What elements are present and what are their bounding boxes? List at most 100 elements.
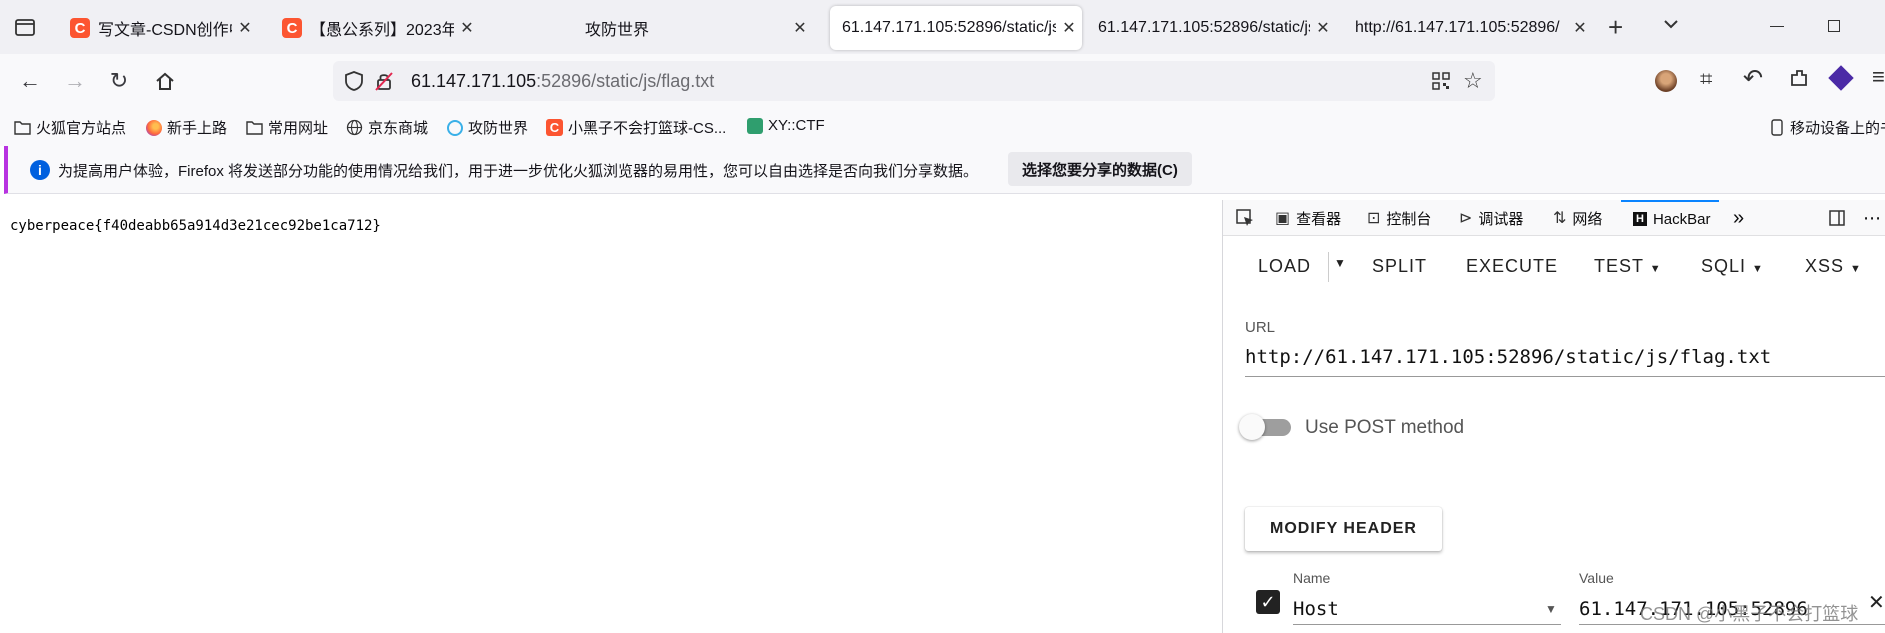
mobile-device-icon — [1768, 119, 1785, 136]
tab-label: 调试器 — [1478, 210, 1524, 228]
close-icon[interactable]: ✕ — [232, 18, 258, 38]
bookmark-jd[interactable]: 京东商城 — [346, 117, 428, 138]
close-icon[interactable]: ✕ — [787, 18, 813, 38]
url-text[interactable]: 61.147.171.105:52896/static/js/flag.txt — [411, 71, 714, 92]
header-enabled-checkbox[interactable]: ✓ — [1256, 590, 1280, 614]
page-content: cyberpeace{f40deabb65a914d3e21cec92be1ca… — [0, 200, 1222, 633]
bookmark-getting-started[interactable]: 新手上路 — [145, 117, 227, 138]
tab-root[interactable]: http://61.147.171.105:52896/ ✕ — [1343, 6, 1593, 50]
bookmark-adworld[interactable]: 攻防世界 — [446, 117, 528, 138]
restore-icon[interactable] — [1828, 20, 1840, 32]
extensions-icon[interactable] — [1788, 67, 1810, 94]
shield-icon[interactable] — [343, 70, 365, 97]
tab-label: 攻防世界 — [585, 22, 650, 39]
xss-menu-button[interactable]: XSS ▼ — [1805, 256, 1862, 277]
caret-down-icon: ▼ — [1752, 263, 1764, 275]
tab-network[interactable]: ⇅ 网络 — [1553, 200, 1602, 236]
bookmark-xyctf[interactable]: XY::CTF — [746, 117, 825, 134]
close-icon[interactable]: ✕ — [454, 18, 480, 38]
new-tab-icon[interactable]: + — [1608, 12, 1623, 43]
close-icon[interactable]: ✕ — [1567, 18, 1593, 38]
home-icon[interactable] — [150, 66, 180, 96]
tab-label: 网络 — [1572, 210, 1603, 228]
more-options-icon[interactable]: ⋯ — [1863, 200, 1881, 236]
tab-strip: C 写文章-CSDN创作中心 ✕ C 【愚公系列】2023年06月 攻 ✕ 攻防… — [0, 0, 1885, 54]
hackbar-icon: H — [1633, 212, 1647, 226]
post-toggle-knob[interactable] — [1239, 414, 1265, 440]
debugger-icon: ⊳ — [1459, 210, 1473, 227]
modify-header-button[interactable]: MODIFY HEADER — [1245, 507, 1442, 551]
tab-yugong[interactable]: C 【愚公系列】2023年06月 攻 ✕ — [270, 6, 480, 50]
back-arrow-icon[interactable]: ← — [15, 66, 45, 96]
element-picker-icon[interactable] — [1235, 200, 1255, 236]
tab-console[interactable]: ⊡ 控制台 — [1367, 200, 1431, 236]
insecure-lock-icon[interactable] — [373, 70, 395, 97]
bookmark-label: XY::CTF — [768, 117, 825, 134]
tab-label: 【愚公系列】2023年06月 攻 — [310, 22, 454, 39]
caret-down-icon[interactable]: ▼ — [1545, 602, 1557, 616]
tab-flag-txt[interactable]: 61.147.171.105:52896/static/js/flag.txt … — [830, 6, 1082, 50]
tab-label: HackBar — [1652, 210, 1711, 228]
header-name-label: Name — [1293, 570, 1331, 586]
url-bar[interactable]: 61.147.171.105:52896/static/js/flag.txt … — [333, 61, 1495, 101]
forward-arrow-icon[interactable]: → — [60, 66, 90, 96]
choose-data-button[interactable]: 选择您要分享的数据(C) — [1008, 152, 1192, 186]
caret-down-icon: ▼ — [1649, 263, 1662, 275]
bookmark-csdn-blog[interactable]: C 小黑子不会打篮球-CS... — [546, 117, 726, 138]
minimize-icon[interactable] — [1770, 26, 1784, 27]
bookmark-star-icon[interactable]: ☆ — [1463, 68, 1483, 94]
load-button[interactable]: LOAD — [1258, 256, 1311, 277]
firefox-icon — [145, 119, 162, 136]
url-input-underline — [1245, 376, 1885, 377]
close-icon[interactable]: ✕ — [1310, 18, 1336, 38]
tab-label: 写文章-CSDN创作中心 — [98, 22, 232, 39]
header-name-select[interactable]: Host — [1293, 598, 1339, 620]
bookmark-mobile[interactable]: 移动设备上的书签 — [1768, 117, 1885, 138]
bookmark-common-sites[interactable]: 常用网址 — [246, 117, 328, 138]
bookmark-label: 火狐官方站点 — [36, 120, 127, 137]
xss-label: XSS — [1805, 256, 1845, 276]
tab-debugger[interactable]: ⊳ 调试器 — [1459, 200, 1523, 236]
menu-icon[interactable]: ≡ — [1872, 64, 1885, 90]
tab-inspector[interactable]: ▣ 查看器 — [1275, 200, 1341, 236]
caret-down-icon[interactable]: ▼ — [1334, 256, 1346, 270]
sqli-menu-button[interactable]: SQLI ▼ — [1701, 256, 1764, 277]
bookmarks-bar: 火狐官方站点 新手上路 常用网址 京东商城 攻防世界 C 小黑子不会打篮球-CS… — [0, 108, 1885, 146]
adworld-icon — [446, 119, 463, 136]
extension-purple-icon[interactable] — [1828, 65, 1854, 91]
tab-csdn-write[interactable]: C 写文章-CSDN创作中心 ✕ — [58, 6, 258, 50]
dock-icon[interactable] — [1828, 200, 1846, 236]
navigation-bar: ← → ↻ 61.147.171.105:52896/static/js/fla… — [0, 54, 1885, 108]
bookmark-label: 移动设备上的书签 — [1790, 120, 1885, 137]
account-avatar-icon[interactable] — [1655, 70, 1677, 92]
close-icon[interactable]: ✕ — [1056, 18, 1082, 38]
telemetry-notification: i 为提高用户体验，Firefox 将发送部分功能的使用情况给我们，用于进一步优… — [4, 146, 1885, 194]
split-button[interactable]: SPLIT — [1372, 256, 1427, 277]
header-name-underline — [1293, 624, 1561, 625]
qr-code-icon[interactable] — [1431, 71, 1451, 96]
globe-icon — [346, 119, 363, 136]
tab-static-js[interactable]: 61.147.171.105:52896/static/js/ ✕ — [1086, 6, 1336, 50]
load-dropdown-icon[interactable] — [1328, 252, 1329, 282]
chevron-down-icon[interactable] — [1660, 13, 1682, 40]
bookmark-label: 小黑子不会打篮球-CS... — [568, 120, 727, 137]
reload-icon[interactable]: ↻ — [104, 66, 134, 96]
tab-list-icon[interactable] — [12, 14, 38, 40]
caret-down-icon: ▼ — [1850, 263, 1862, 275]
remove-header-icon[interactable]: ✕ — [1868, 590, 1885, 615]
crop-icon[interactable]: ⌗ — [1700, 66, 1712, 92]
network-icon: ⇅ — [1553, 210, 1567, 227]
hackbar-url-input[interactable]: http://61.147.171.105:52896/static/js/fl… — [1245, 346, 1771, 368]
more-tabs-icon[interactable]: » — [1733, 200, 1744, 236]
tab-hackbar[interactable]: H HackBar — [1621, 200, 1719, 236]
bookmark-firefox-official[interactable]: 火狐官方站点 — [14, 117, 126, 138]
tab-label: 61.147.171.105:52896/static/js/flag.txt — [842, 19, 1056, 36]
tab-label: http://61.147.171.105:52896/ — [1355, 19, 1560, 36]
execute-button[interactable]: EXECUTE — [1466, 256, 1558, 277]
undo-icon[interactable]: ↶ — [1743, 64, 1763, 93]
info-icon: i — [30, 160, 50, 180]
xyctf-icon — [746, 117, 763, 134]
test-menu-button[interactable]: TEST ▼ — [1594, 256, 1662, 277]
folder-icon — [14, 119, 31, 136]
tab-adworld[interactable]: 攻防世界 ✕ — [573, 6, 813, 50]
